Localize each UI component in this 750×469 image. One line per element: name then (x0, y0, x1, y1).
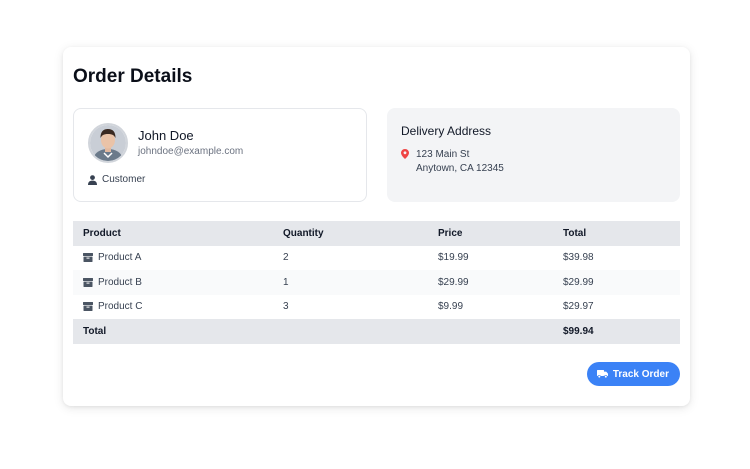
table-row: Product C 3 $9.99 $29.97 (73, 295, 680, 320)
page-title: Order Details (73, 66, 193, 87)
customer-name: John Doe (138, 128, 194, 143)
map-marker-icon (401, 149, 409, 176)
table-row: Product B 1 $29.99 $29.99 (73, 270, 680, 295)
avatar (88, 123, 128, 163)
customer-header: John Doe johndoe@example.com (88, 123, 352, 163)
product-name: Product B (98, 276, 142, 288)
table-footer-row: Total $99.94 (73, 319, 680, 344)
header-total: Total (563, 227, 587, 239)
user-icon (88, 174, 97, 185)
address-line-1: 123 Main St (416, 149, 470, 160)
total-cell: $29.99 (563, 276, 594, 288)
truck-icon (596, 370, 608, 378)
header-product: Product (83, 227, 121, 239)
box-icon (83, 277, 93, 287)
quantity-cell: 2 (283, 252, 289, 264)
track-order-label: Track Order (612, 368, 669, 380)
total-cell: $29.97 (563, 301, 594, 313)
customer-role: Customer (88, 174, 352, 185)
footer-total-label: Total (83, 325, 107, 337)
box-icon (83, 253, 93, 263)
quantity-cell: 3 (283, 301, 289, 313)
avatar-photo (90, 125, 126, 161)
footer-empty-cell (273, 319, 428, 344)
product-cell: Product B (73, 270, 273, 295)
header-price: Price (438, 227, 463, 239)
table-row: Product A 2 $19.99 $39.98 (73, 246, 680, 271)
header-quantity: Quantity (283, 227, 324, 239)
total-cell: $39.98 (563, 252, 594, 264)
customer-card: John Doe johndoe@example.com Customer (73, 108, 367, 202)
price-cell: $29.99 (438, 276, 469, 288)
order-details-card: Order Details John Doe johndoe@example.c… (63, 47, 690, 406)
product-cell: Product C (73, 295, 273, 320)
footer-total-value: $99.94 (563, 325, 594, 337)
order-items-table: Product Quantity Price Total Product A 2… (73, 221, 680, 344)
delivery-address-body: 123 Main St Anytown, CA 12345 (401, 148, 666, 176)
delivery-address-card: Delivery Address 123 Main St Anytown, CA… (387, 108, 680, 202)
product-name: Product A (98, 252, 142, 264)
product-name: Product C (98, 301, 143, 313)
box-icon (83, 302, 93, 312)
delivery-address-lines: 123 Main St Anytown, CA 12345 (416, 148, 504, 176)
table-header-row: Product Quantity Price Total (73, 221, 680, 246)
quantity-cell: 1 (283, 276, 289, 288)
customer-role-label: Customer (102, 174, 146, 185)
price-cell: $9.99 (438, 301, 464, 313)
info-row: John Doe johndoe@example.com Customer De… (73, 108, 680, 202)
customer-email: johndoe@example.com (138, 146, 244, 157)
track-order-button[interactable]: Track Order (586, 362, 680, 386)
price-cell: $19.99 (438, 252, 469, 264)
customer-text: John Doe johndoe@example.com (138, 127, 243, 159)
product-cell: Product A (73, 246, 273, 271)
footer-empty-cell (428, 319, 553, 344)
address-line-2: Anytown, CA 12345 (416, 163, 504, 174)
delivery-address-title: Delivery Address (401, 124, 492, 138)
